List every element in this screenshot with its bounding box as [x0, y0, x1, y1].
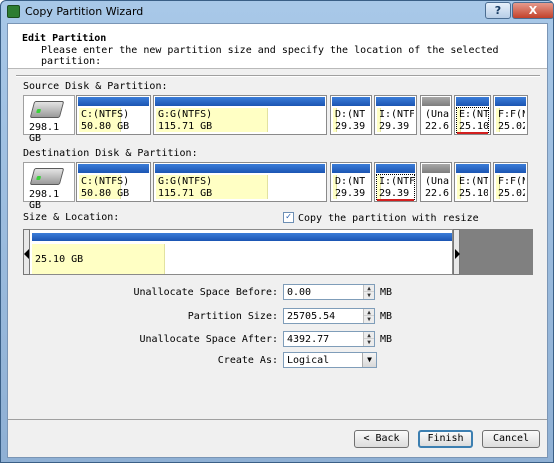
page-subtitle: Please enter the new partition size and … [41, 45, 499, 67]
create-as-value: Logical [287, 355, 330, 366]
increment-arrow-icon[interactable]: ▲ [364, 285, 374, 292]
page-title: Edit Partition [22, 33, 107, 44]
title-bar[interactable]: Copy Partition Wizard ? X [1, 1, 554, 23]
chevron-down-icon[interactable]: ▼ [362, 353, 376, 367]
create-as-select[interactable]: Logical ▼ [283, 352, 377, 368]
partition-size: 22.67 [425, 188, 449, 199]
partition-size: 29.39 GI [379, 188, 414, 199]
cancel-button[interactable]: Cancel [482, 430, 540, 448]
back-button[interactable]: < Back [354, 430, 409, 448]
selected-partition-marker [377, 199, 414, 201]
destination-partition-f[interactable]: F:F(NT 25.02 [493, 162, 528, 202]
partition-size: 29.39 GI [379, 121, 414, 132]
resize-checkbox-label[interactable]: Copy the partition with resize [298, 213, 479, 224]
partition-name: D:(NT [335, 109, 366, 120]
close-button[interactable]: X [512, 2, 554, 19]
source-partition-d[interactable]: D:(NT 29.39 G [330, 95, 372, 135]
size-location-label: Size & Location: [23, 212, 120, 223]
source-partition-i[interactable]: I:(NTFS 29.39 GI [374, 95, 417, 135]
left-resize-handle[interactable] [23, 229, 30, 275]
space-before-label: Unallocate Space Before: [133, 287, 279, 298]
window-title: Copy Partition Wizard [25, 5, 144, 18]
space-after-value: 4392.77 [287, 334, 330, 345]
decrement-arrow-icon[interactable]: ▼ [364, 339, 374, 346]
partition-name: D:(NT [335, 176, 366, 187]
partition-bar [32, 233, 452, 241]
destination-partition-g[interactable]: G:G(NTFS) 115.71 GB [153, 162, 327, 202]
partition-size: 115.71 GB [158, 121, 213, 132]
selected-partition-marker [457, 132, 488, 134]
decrement-arrow-icon[interactable]: ▼ [364, 316, 374, 323]
source-partition-g[interactable]: G:G(NTFS) 115.71 GB [153, 95, 327, 135]
source-partition-f[interactable]: F:F(NT 25.02 [493, 95, 528, 135]
finish-button[interactable]: Finish [418, 430, 473, 448]
resize-checkbox[interactable]: ✓ [283, 212, 294, 223]
partition-name: E:(NTF [459, 176, 488, 187]
partition-size: 22.67 [425, 121, 449, 132]
partition-name: C:(NTFS) [81, 109, 130, 120]
space-before-unit: MB [380, 287, 393, 298]
hard-drive-icon [29, 101, 65, 118]
partition-size: 29.39 G [335, 188, 369, 199]
create-as-label: Create As: [217, 355, 278, 366]
partition-name: C:(NTFS) [81, 176, 130, 187]
destination-disk-size: 298.1 GB [29, 189, 60, 211]
destination-disk-icon[interactable]: 298.1 GB [23, 162, 75, 211]
partition-size: 115.71 GB [158, 188, 213, 199]
partition-size: 25.02 [498, 188, 525, 199]
partition-size: 25.02 [498, 121, 525, 132]
destination-partition-i[interactable]: I:(NTFS 29.39 GI [374, 162, 417, 202]
destination-partition-c[interactable]: C:(NTFS) 50.80 GB [76, 162, 151, 202]
source-disk-size: 298.1 GB [29, 122, 60, 144]
space-before-spinner[interactable]: 0.00 ▲ ▼ [283, 284, 375, 300]
wizard-header: Edit Partition Please enter the new part… [8, 24, 547, 69]
partition-name: I:(NTFS [379, 109, 414, 120]
partition-size: 25.10 [459, 121, 488, 132]
partition-name: G:G(NTFS) [158, 109, 213, 120]
destination-partition-e[interactable]: E:(NTF 25.10 [454, 162, 491, 202]
partition-size: 25.10 [459, 188, 488, 199]
wizard-window: Copy Partition Wizard ? X Edit Partition… [0, 0, 554, 463]
help-button[interactable]: ? [485, 2, 511, 19]
source-disk-icon[interactable]: 298.1 GB [23, 95, 75, 144]
source-disk-label: Source Disk & Partition: [23, 81, 168, 92]
partition-name: F:F(NT [498, 109, 525, 120]
header-divider [16, 75, 540, 77]
partition-size-text: 25.10 GB [35, 254, 84, 265]
partition-name: F:F(NT [498, 176, 525, 187]
partition-name: I:(NTFS [379, 176, 414, 187]
wizard-body: Edit Partition Please enter the new part… [7, 23, 548, 458]
partition-name: E:(NTF [459, 109, 488, 120]
source-partition-c[interactable]: C:(NTFS) 50.80 GB [76, 95, 151, 135]
partition-size-value: 25705.54 [287, 311, 336, 322]
partition-size: 50.80 GB [81, 188, 130, 199]
space-before-value: 0.00 [287, 287, 312, 298]
partition-size-unit: MB [380, 311, 393, 322]
source-partition-e[interactable]: E:(NTF 25.10 [454, 95, 491, 135]
partition-size-spinner[interactable]: 25705.54 ▲ ▼ [283, 308, 375, 324]
right-resize-handle[interactable] [453, 229, 460, 275]
destination-disk-label: Destination Disk & Partition: [23, 148, 198, 159]
unallocated-space-after-area [460, 229, 533, 275]
decrement-arrow-icon[interactable]: ▼ [364, 292, 374, 299]
hard-drive-icon [29, 168, 65, 185]
space-after-unit: MB [380, 334, 393, 345]
partition-name: (Unal [425, 109, 449, 120]
increment-arrow-icon[interactable]: ▲ [364, 309, 374, 316]
source-partition-unallocated[interactable]: (Unal 22.67 [420, 95, 452, 135]
space-after-label: Unallocate Space After: [139, 334, 278, 345]
partition-size-label: Partition Size: [187, 311, 278, 322]
partition-name: (Unal [425, 176, 449, 187]
destination-partition-d[interactable]: D:(NT 29.39 G [330, 162, 372, 202]
footer-divider [8, 419, 547, 420]
partition-size: 50.80 GB [81, 121, 130, 132]
increment-arrow-icon[interactable]: ▲ [364, 332, 374, 339]
partition-size: 29.39 G [335, 121, 369, 132]
partition-space-area: 25.10 GB [23, 229, 453, 275]
space-after-spinner[interactable]: 4392.77 ▲ ▼ [283, 331, 375, 347]
partition-name: G:G(NTFS) [158, 176, 213, 187]
app-icon [7, 5, 20, 18]
destination-partition-unallocated[interactable]: (Unal 22.67 [420, 162, 452, 202]
partition-resize-bar[interactable]: 25.10 GB [23, 229, 533, 275]
